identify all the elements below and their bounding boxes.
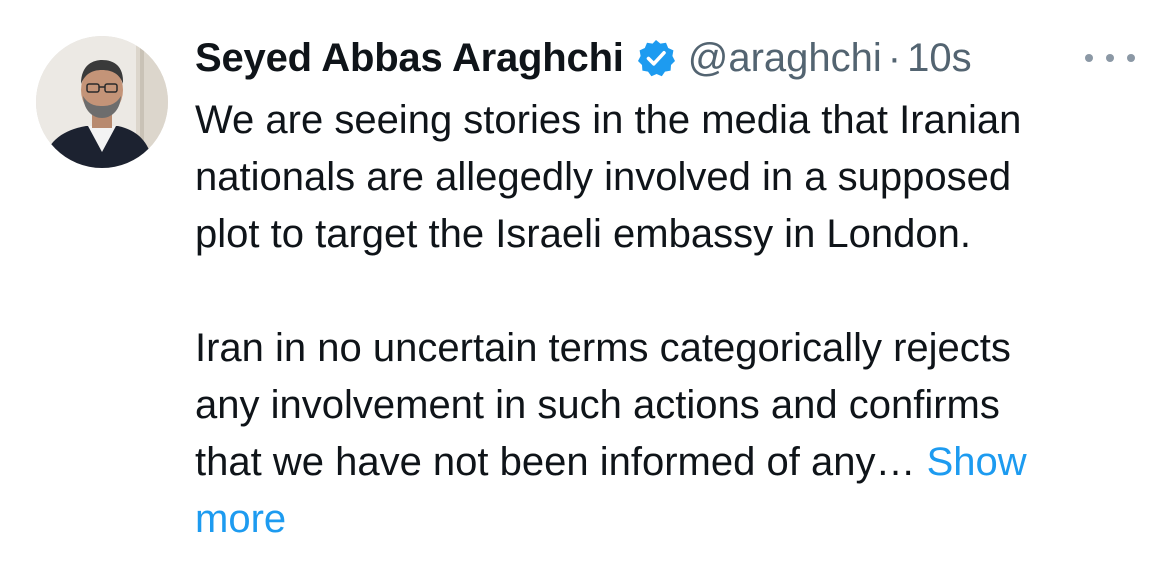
tweet-text-line: more (195, 491, 1135, 548)
author-avatar[interactable] (36, 36, 168, 168)
more-dot (1106, 54, 1114, 62)
tweet-text-line: any involvement in such actions and conf… (195, 383, 1000, 427)
tweet-text-line: plot to target the Israeli embassy in Lo… (195, 212, 972, 256)
header-separator: · (887, 35, 902, 80)
author-handle[interactable]: @araghchi (688, 36, 882, 81)
show-more-label-1[interactable]: Show (927, 440, 1027, 484)
tweet-text-line-last: that we have not been informed of any… S… (195, 434, 1135, 491)
tweet-timestamp[interactable]: 10s (907, 36, 972, 81)
tweet-text-line: Iran in no uncertain terms categorically… (195, 326, 1011, 370)
author-display-name[interactable]: Seyed Abbas Araghchi (195, 36, 624, 81)
tweet-text-line: nationals are allegedly involved in a su… (195, 155, 1012, 199)
more-dot (1127, 54, 1135, 62)
tweet-header: Seyed Abbas Araghchi @araghchi · 10s (195, 30, 1145, 86)
tweet-text: We are seeing stories in the media that … (195, 92, 1135, 548)
show-more-link[interactable]: Show (927, 440, 1027, 484)
show-more-link-continued[interactable]: more (195, 497, 286, 541)
tweet-text-truncated: that we have not been informed of any… (195, 440, 916, 484)
tweet-text-line: We are seeing stories in the media that … (195, 98, 1022, 142)
more-options-icon[interactable] (1085, 40, 1135, 76)
avatar-photo (36, 36, 168, 168)
verified-badge-icon (636, 38, 676, 78)
tweet[interactable]: Seyed Abbas Araghchi @araghchi · 10s We … (0, 0, 1170, 563)
more-dot (1085, 54, 1093, 62)
